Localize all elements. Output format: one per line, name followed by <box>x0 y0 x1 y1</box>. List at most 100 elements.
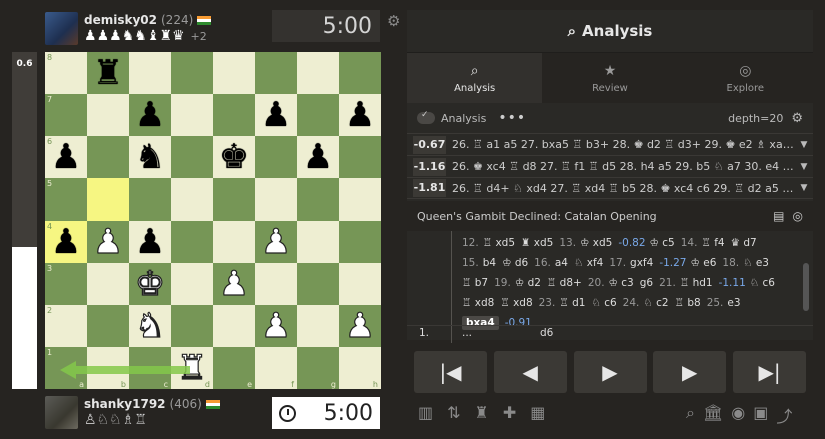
chevron-down-icon[interactable]: ▼ <box>795 183 813 193</box>
square-a4[interactable]: 4 ♟ <box>45 220 87 263</box>
move-san[interactable]: ♔ d2 <box>515 277 541 289</box>
square-h6[interactable] <box>339 136 381 179</box>
square-g6[interactable]: ♟ <box>297 136 339 179</box>
move-san[interactable]: ♜ xd5 <box>521 237 553 249</box>
square-f4[interactable]: ♟ <box>255 220 297 263</box>
black-pawn-piece[interactable]: ♟ <box>135 225 165 259</box>
tab-review[interactable]: ★ Review <box>542 53 677 103</box>
square-e2[interactable] <box>213 304 255 347</box>
tab-explore[interactable]: ◎ Explore <box>678 53 813 103</box>
compass-icon[interactable]: ◎ <box>793 209 803 223</box>
avatar[interactable] <box>45 12 78 45</box>
square-g2[interactable] <box>297 304 339 347</box>
square-b5[interactable] <box>87 178 129 221</box>
add-icon[interactable]: ✚ <box>503 403 516 422</box>
square-a2[interactable]: 2 <box>45 304 87 347</box>
play-button[interactable]: ▶ <box>573 351 647 393</box>
square-g1[interactable]: g <box>297 346 339 389</box>
square-a1[interactable]: 1a <box>45 346 87 389</box>
square-e4[interactable] <box>213 220 255 263</box>
square-d7[interactable] <box>171 94 213 137</box>
square-g7[interactable] <box>297 94 339 137</box>
square-b4[interactable]: ♟ <box>87 220 129 263</box>
square-a7[interactable]: 7 <box>45 94 87 137</box>
square-b6[interactable] <box>87 136 129 179</box>
engine-line[interactable]: -1.81 26. ♖ d4+ ♘ xd4 27. ♖ xd4 ♖ b5 28.… <box>407 177 813 199</box>
square-c3[interactable]: ♚ <box>129 262 171 305</box>
share-icon[interactable]: ⤴ <box>776 403 792 427</box>
square-c8[interactable] <box>129 52 171 95</box>
bottom-player-name[interactable]: shanky1792 <box>84 397 166 411</box>
square-h2[interactable]: ♟ <box>339 304 381 347</box>
top-player-name[interactable]: demisky02 <box>84 13 157 27</box>
avatar[interactable] <box>45 396 78 429</box>
previous-move-button[interactable]: ◀ <box>493 351 567 393</box>
square-d6[interactable] <box>171 136 213 179</box>
square-d8[interactable] <box>171 52 213 95</box>
move-san[interactable]: ♖ hd1 <box>680 277 713 289</box>
white-pawn-piece[interactable]: ♟ <box>260 224 292 259</box>
move-san[interactable]: a4 <box>555 257 568 269</box>
black-pawn-piece[interactable]: ♟ <box>51 225 81 259</box>
square-b1[interactable]: b <box>87 346 129 389</box>
square-c4[interactable]: ♟ <box>129 220 171 263</box>
square-d5[interactable] <box>171 178 213 221</box>
white-king-piece[interactable]: ♚ <box>134 266 166 301</box>
square-d1[interactable]: d ♜ <box>171 346 213 389</box>
square-f5[interactable] <box>255 178 297 221</box>
square-g5[interactable] <box>297 178 339 221</box>
square-a5[interactable]: 5 <box>45 178 87 221</box>
square-c1[interactable]: c <box>129 346 171 389</box>
move-san[interactable]: ♖ b8 <box>675 297 701 309</box>
move-san[interactable]: ♘ c6 <box>591 297 616 309</box>
chess-board[interactable]: 8 ♜ 7 ♟ ♟ ♟ 6 ♟ ♞ ♚ ♟ 5 4 ♟ ♟ ♟ ♟ 3 ♚ ♟ 2 ♞ ♟ ♟ 1 a b c d ♜ e f g h <box>45 52 381 389</box>
move-san[interactable]: ♖ xd8 <box>500 297 532 309</box>
engine-line[interactable]: -1.16 26. ♚ xc4 ♖ d8 27. ♖ f1 ♖ d5 28. h… <box>407 155 813 177</box>
move-san[interactable]: ♘ c2 <box>643 297 668 309</box>
square-f2[interactable]: ♟ <box>255 304 297 347</box>
square-e6[interactable]: ♚ <box>213 136 255 179</box>
move-san[interactable]: ♔ c3 <box>609 277 634 289</box>
square-a3[interactable]: 3 <box>45 262 87 305</box>
engine-line[interactable]: -0.67 26. ♖ a1 a5 27. bxa5 ♖ b3+ 28. ♚ d… <box>407 133 813 155</box>
white-pawn-piece[interactable]: ♟ <box>218 266 250 301</box>
white-knight-piece[interactable]: ♞ <box>134 308 166 343</box>
white-pawn-piece[interactable]: ♟ <box>260 308 292 343</box>
square-g4[interactable] <box>297 220 339 263</box>
square-e1[interactable]: e <box>213 346 255 389</box>
square-b3[interactable] <box>87 262 129 305</box>
square-e7[interactable] <box>213 94 255 137</box>
move-san[interactable]: ♔ d6 <box>502 257 528 269</box>
square-d3[interactable] <box>171 262 213 305</box>
square-a6[interactable]: 6 ♟ <box>45 136 87 179</box>
square-e8[interactable] <box>213 52 255 95</box>
square-f6[interactable] <box>255 136 297 179</box>
square-b8[interactable]: ♜ <box>87 52 129 95</box>
square-h1[interactable]: h <box>339 346 381 389</box>
move-san[interactable]: e3 <box>727 297 740 309</box>
square-f3[interactable] <box>255 262 297 305</box>
move-san[interactable]: ♔ e6 <box>690 257 716 269</box>
move-san[interactable]: ♔ c5 <box>650 237 675 249</box>
move-san[interactable]: ♖ xd8 <box>462 297 494 309</box>
black-pawn-piece[interactable]: ♟ <box>261 98 291 132</box>
opening-name[interactable]: Queen's Gambit Declined: Catalan Opening <box>417 210 657 223</box>
gear-icon[interactable]: ⚙ <box>387 12 400 30</box>
square-c2[interactable]: ♞ <box>129 304 171 347</box>
book-icon[interactable]: ▤ <box>773 209 784 223</box>
black-king-piece[interactable]: ♚ <box>219 140 249 174</box>
board-setup-icon[interactable]: ▦ <box>530 403 545 422</box>
move-san[interactable]: b4 <box>483 257 496 269</box>
flip-board-icon[interactable]: ⇅ <box>447 403 460 422</box>
square-f8[interactable] <box>255 52 297 95</box>
square-h8[interactable] <box>339 52 381 95</box>
library-icon[interactable]: 🏛 <box>703 403 723 427</box>
move-san[interactable]: ♖ d1 <box>559 297 585 309</box>
move-san[interactable]: gxf4 <box>630 257 653 269</box>
square-e5[interactable] <box>213 178 255 221</box>
chevron-down-icon[interactable]: ▼ <box>795 140 813 150</box>
square-f7[interactable]: ♟ <box>255 94 297 137</box>
move-san[interactable]: d6 <box>540 327 553 339</box>
square-d4[interactable] <box>171 220 213 263</box>
square-a8[interactable]: 8 <box>45 52 87 95</box>
